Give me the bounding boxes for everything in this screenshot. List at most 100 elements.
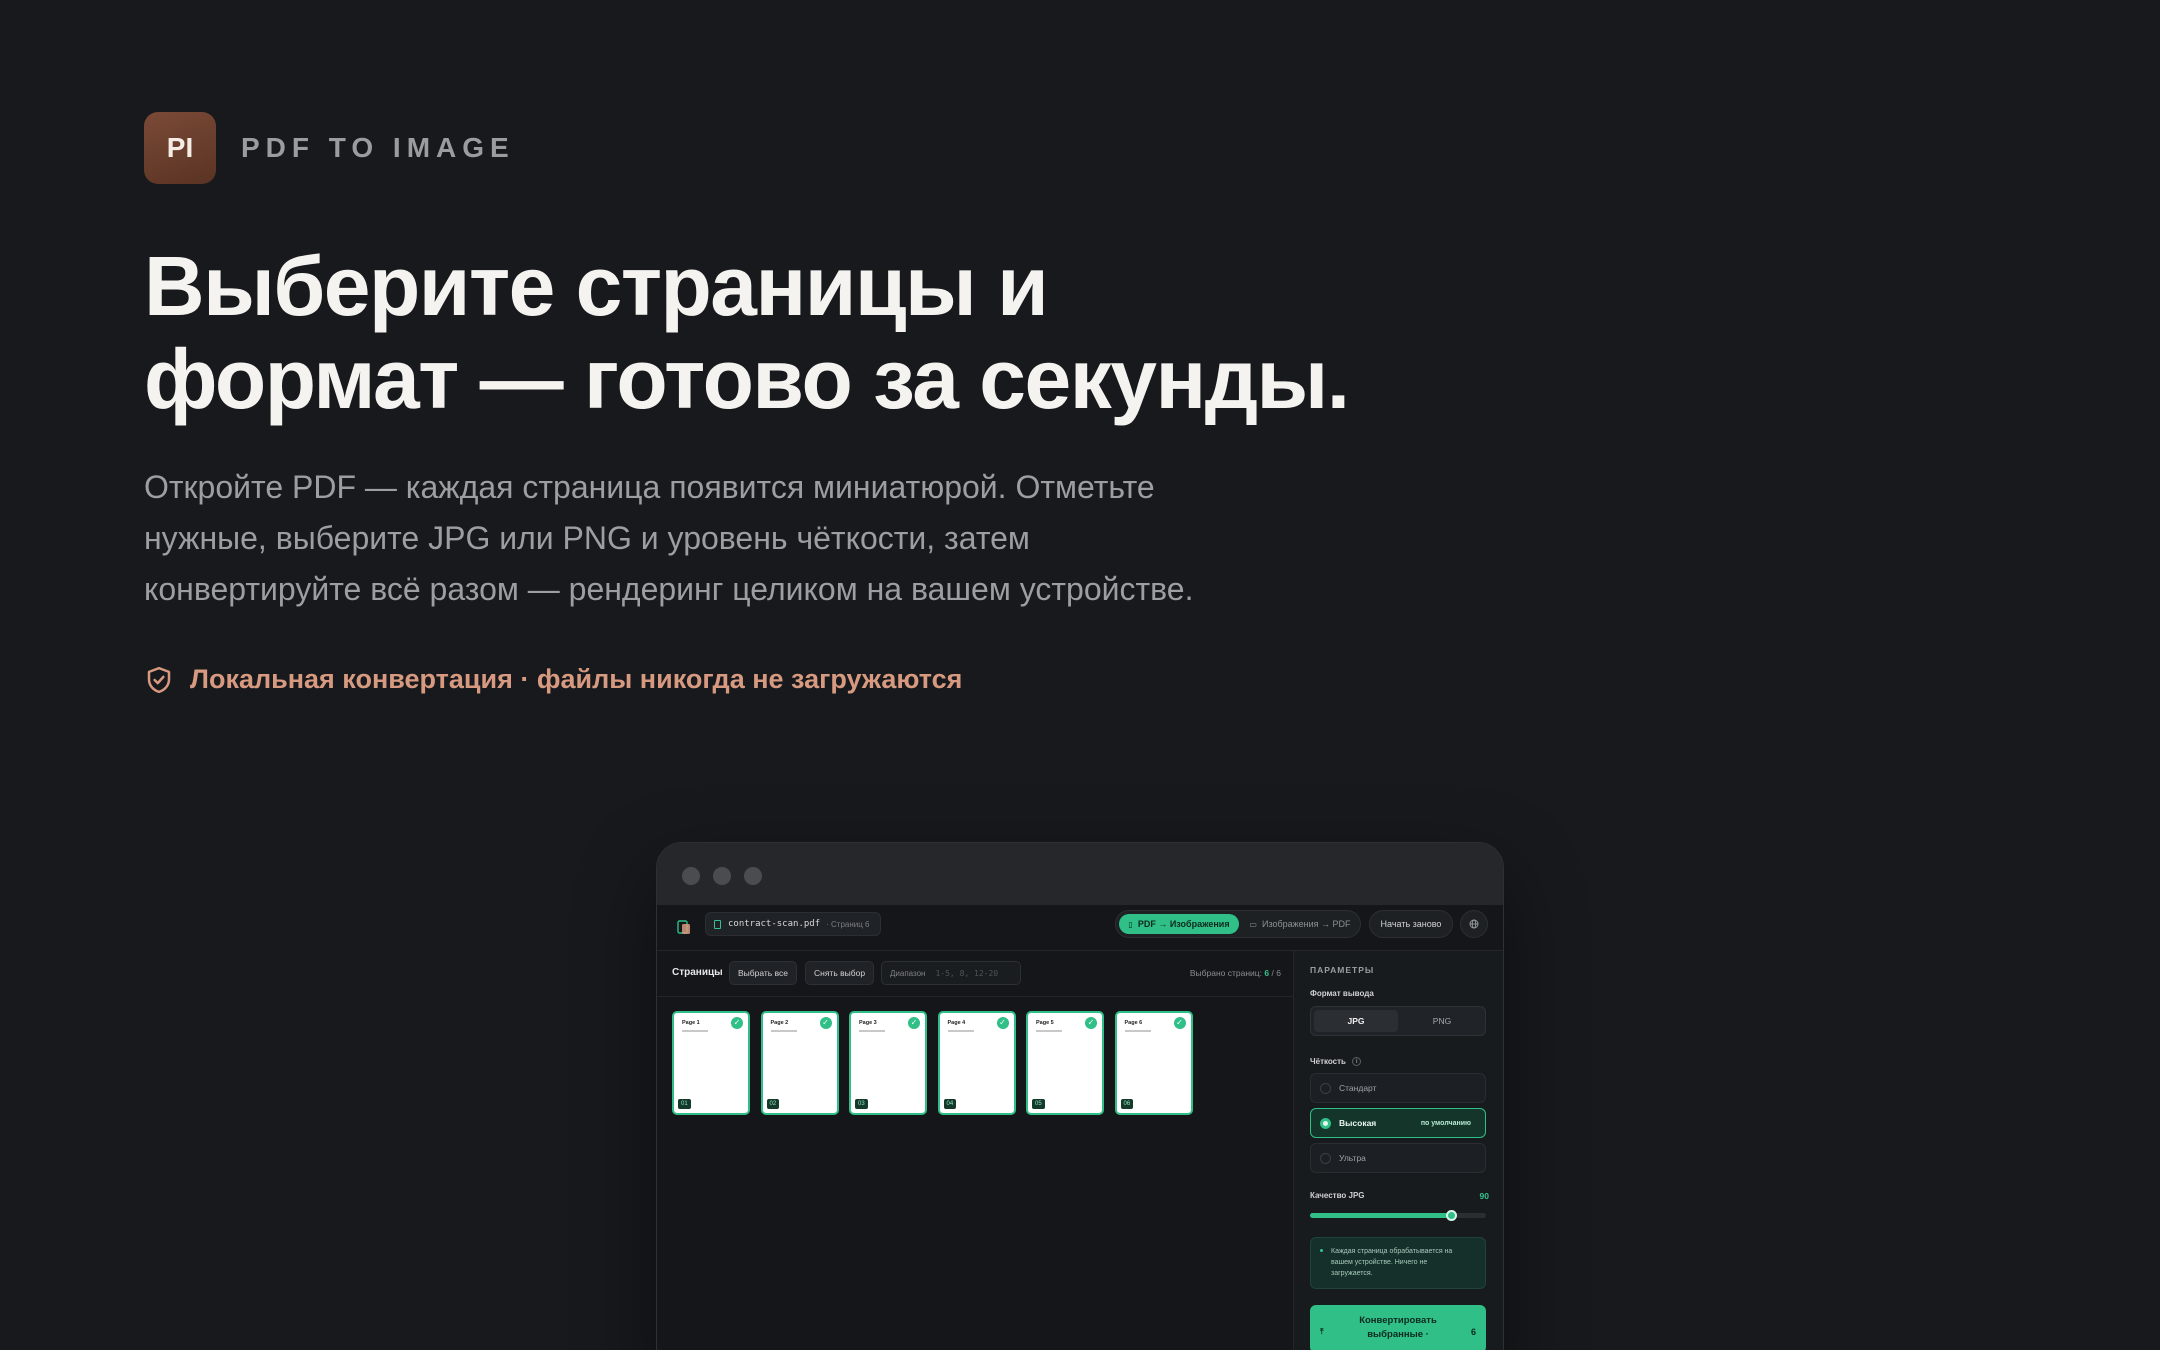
clarity-option-label: Ультра xyxy=(1339,1153,1366,1163)
mode-switch: ▯ PDF → Изображения ▭ Изображения → PDF xyxy=(1115,910,1361,938)
local-processing-note: Каждая страница обрабатывается на вашем … xyxy=(1310,1237,1486,1289)
file-name: contract-scan.pdf xyxy=(728,919,821,929)
clarity-option-label: Высокая xyxy=(1339,1118,1377,1128)
radio-selected-icon xyxy=(1320,1118,1331,1129)
thumbnail-number: 03 xyxy=(855,1099,868,1109)
file-page-count: · Страниц 6 xyxy=(826,919,870,929)
check-icon[interactable]: ✓ xyxy=(1173,1017,1186,1029)
convert-count: 6 xyxy=(1470,1327,1476,1337)
privacy-text: Локальная конвертация · файлы никогда не… xyxy=(190,664,963,694)
subtitle-line-2: нужные, выберите JPG или PNG и уровень ч… xyxy=(144,520,1030,556)
window-close-dot[interactable] xyxy=(682,867,700,885)
check-icon[interactable]: ✓ xyxy=(996,1017,1009,1029)
brand-name: PDF TO IMAGE xyxy=(241,132,515,163)
clarity-option-high[interactable]: Высокая по умолчанию xyxy=(1310,1108,1486,1138)
page-thumbnail[interactable]: Page 3 ✓ 03 xyxy=(849,1011,927,1115)
note-line-3: загружается. xyxy=(1331,1270,1373,1277)
thumbnail-number: 02 xyxy=(766,1099,780,1109)
default-tag: по умолчанию xyxy=(1420,1119,1471,1127)
note-line-2: вашем устройстве. Ничего не xyxy=(1331,1259,1428,1266)
page-thumbnail[interactable]: Page 4 ✓ 04 xyxy=(937,1011,1016,1115)
format-png-option[interactable]: PNG xyxy=(1400,1010,1484,1032)
thumbnail-title: Page 2 xyxy=(770,1020,789,1026)
page-thumbnail[interactable]: Page 6 ✓ 06 xyxy=(1114,1011,1193,1115)
range-placeholder: 1-5, 8, 12-20 xyxy=(935,968,999,978)
language-button[interactable] xyxy=(1460,910,1488,938)
radio-icon xyxy=(1320,1153,1331,1164)
document-icon: ▯ xyxy=(1128,919,1133,929)
page-thumbnail[interactable]: Page 5 ✓ 05 xyxy=(1026,1011,1104,1115)
mode-pdf-to-images[interactable]: ▯ PDF → Изображения xyxy=(1119,914,1239,934)
selected-count-label: Выбрано страниц: xyxy=(1189,968,1263,978)
deselect-button[interactable]: Снять выбор xyxy=(805,961,875,985)
check-icon[interactable]: ✓ xyxy=(1085,1017,1097,1029)
mode-pdf-to-images-label: PDF → Изображения xyxy=(1137,919,1230,929)
quality-label: Качество JPG xyxy=(1310,1191,1365,1200)
headline-line-1: Выберите страницы и xyxy=(144,239,1049,333)
quality-slider-handle[interactable] xyxy=(1445,1210,1457,1221)
clarity-label: Чёткость xyxy=(1310,1057,1346,1066)
quality-value: 90 xyxy=(1479,1191,1489,1201)
page-thumbnail[interactable]: Page 2 ✓ 02 xyxy=(760,1011,839,1115)
quality-slider[interactable] xyxy=(1310,1210,1486,1221)
restart-button[interactable]: Начать заново xyxy=(1369,910,1453,938)
selected-count-separator: / xyxy=(1271,968,1274,978)
settings-heading: ПАРАМЕТРЫ xyxy=(1310,965,1375,975)
globe-icon xyxy=(1469,919,1479,929)
range-input[interactable]: Диапазон 1-5, 8, 12-20 xyxy=(881,961,1021,985)
thumbnail-title: Page 3 xyxy=(859,1020,877,1026)
clarity-label-row: Чёткость i xyxy=(1310,1057,1362,1067)
convert-label-line-2: выбранные · xyxy=(1367,1329,1429,1340)
clarity-option-standard[interactable]: Стандарт xyxy=(1310,1073,1486,1103)
window-minimize-dot[interactable] xyxy=(713,867,731,885)
privacy-note: Локальная конвертация · файлы никогда не… xyxy=(144,664,962,695)
thumbnail-text-line xyxy=(859,1030,885,1032)
info-icon[interactable]: i xyxy=(1352,1057,1362,1067)
pages-header: Страницы Выбрать все Снять выбор Диапазо… xyxy=(657,951,1293,997)
thumbnail-title: Page 5 xyxy=(1036,1020,1054,1026)
thumbnail-text-line xyxy=(682,1030,708,1032)
range-label: Диапазон xyxy=(890,968,926,978)
page-thumbnails: Page 1 ✓ 01 Page 2 ✓ 02 Page 3 ✓ 03 Page… xyxy=(672,1011,1203,1115)
subtitle-line-1: Откройте PDF — каждая страница появится … xyxy=(144,469,1155,505)
check-icon[interactable]: ✓ xyxy=(908,1017,920,1029)
check-icon[interactable]: ✓ xyxy=(819,1017,832,1029)
brand: PI PDF TO IMAGE xyxy=(144,112,515,184)
page-thumbnail[interactable]: Page 1 ✓ 01 xyxy=(672,1011,750,1115)
thumbnail-number: 04 xyxy=(943,1099,957,1109)
app-toolbar: contract-scan.pdf · Страниц 6 ▯ PDF → Из… xyxy=(657,905,1503,951)
thumbnail-text-line xyxy=(947,1030,974,1032)
thumbnail-title: Page 1 xyxy=(682,1020,700,1026)
subtitle: Откройте PDF — каждая страница появится … xyxy=(144,462,1344,615)
format-jpg-option[interactable]: JPG xyxy=(1314,1010,1398,1032)
app-logo-icon xyxy=(677,920,690,934)
upload-icon: ⤒ xyxy=(1320,1327,1324,1336)
select-all-button[interactable]: Выбрать все xyxy=(729,961,797,985)
check-icon[interactable]: ✓ xyxy=(731,1017,743,1029)
pages-panel: Страницы Выбрать все Снять выбор Диапазо… xyxy=(657,951,1293,1350)
shield-check-icon xyxy=(147,666,171,693)
convert-label-line-1: Конвертировать xyxy=(1359,1315,1437,1326)
radio-icon xyxy=(1320,1083,1331,1094)
thumbnail-number: 06 xyxy=(1120,1099,1134,1109)
settings-panel: ПАРАМЕТРЫ Формат вывода JPG PNG Чёткость… xyxy=(1293,951,1503,1350)
file-chip: contract-scan.pdf · Страниц 6 xyxy=(705,912,881,936)
mode-images-to-pdf[interactable]: ▭ Изображения → PDF xyxy=(1242,914,1358,934)
window-maximize-dot[interactable] xyxy=(744,867,762,885)
quality-slider-fill xyxy=(1310,1213,1451,1218)
convert-button[interactable]: ⤒ Конвертировать выбранные · 6 xyxy=(1310,1305,1486,1350)
selected-count-value: 6 xyxy=(1264,968,1270,978)
clarity-option-ultra[interactable]: Ультра xyxy=(1310,1143,1486,1173)
thumbnail-title: Page 4 xyxy=(947,1020,966,1026)
info-dot-icon xyxy=(1320,1249,1323,1252)
thumbnail-title: Page 6 xyxy=(1124,1020,1143,1026)
window-titlebar xyxy=(657,843,1503,905)
file-icon xyxy=(714,920,721,929)
mode-images-to-pdf-label: Изображения → PDF xyxy=(1261,919,1351,929)
image-icon: ▭ xyxy=(1249,919,1257,929)
brand-logo: PI xyxy=(144,112,216,184)
thumbnail-text-line xyxy=(1124,1030,1151,1032)
app-window: contract-scan.pdf · Страниц 6 ▯ PDF → Из… xyxy=(656,842,1504,1350)
thumbnail-number: 05 xyxy=(1032,1099,1045,1109)
pages-title: Страницы xyxy=(672,967,723,978)
